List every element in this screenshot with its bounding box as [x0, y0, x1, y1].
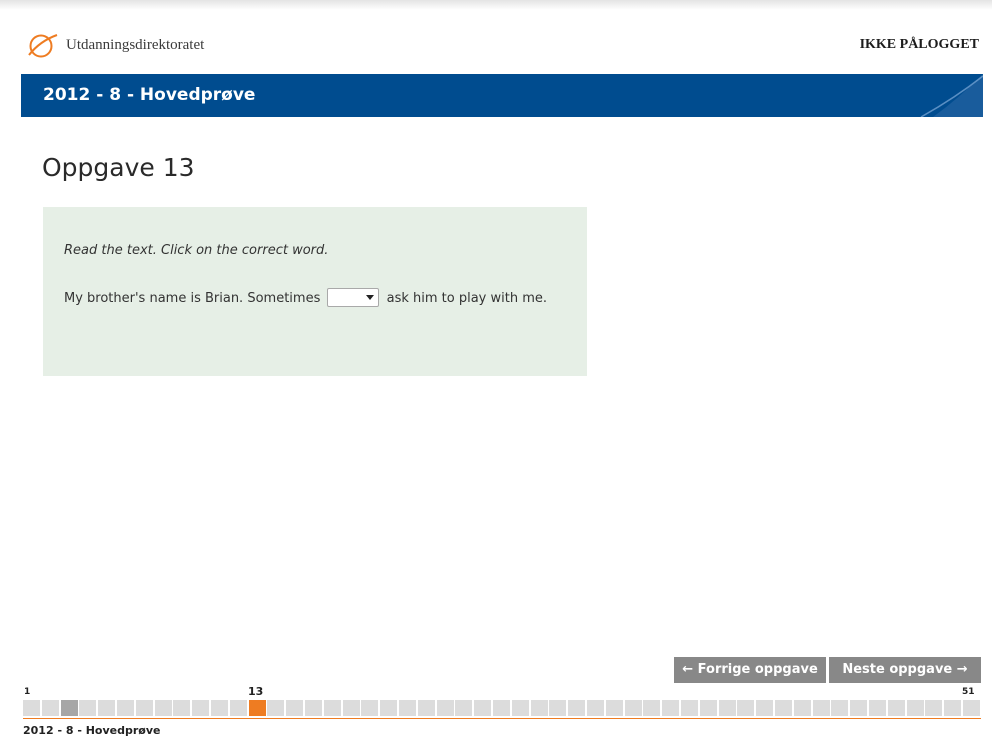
progress-cell[interactable] [888, 700, 905, 716]
progress-cell[interactable] [79, 700, 96, 716]
progress-cell[interactable] [568, 700, 585, 716]
udir-logo-icon [28, 32, 58, 58]
progress-cell[interactable] [869, 700, 886, 716]
progress-cell[interactable] [474, 700, 491, 716]
progress-cell[interactable] [455, 700, 472, 716]
footer-divider [23, 718, 981, 719]
progress-cell[interactable] [361, 700, 378, 716]
title-bar: 2012 - 8 - Hovedprøve [21, 74, 983, 117]
progress-cell[interactable] [719, 700, 736, 716]
instruction-text: Read the text. Click on the correct word… [64, 243, 329, 258]
progress-cell[interactable] [173, 700, 190, 716]
progress-cell[interactable] [380, 700, 397, 716]
progress-cell[interactable] [418, 700, 435, 716]
answer-dropdown[interactable] [327, 288, 380, 307]
header: Utdanningsdirektoratet IKKE PÅLOGGET [0, 10, 992, 72]
progress-cell[interactable] [136, 700, 153, 716]
arrow-left-icon: ← [682, 662, 694, 677]
progress-cell[interactable] [756, 700, 773, 716]
progress-cell[interactable] [249, 700, 266, 716]
progress-cell[interactable] [625, 700, 642, 716]
progress-cell[interactable] [437, 700, 454, 716]
question-box: Read the text. Click on the correct word… [43, 207, 587, 376]
progress-cell[interactable] [98, 700, 115, 716]
progress-cell[interactable] [944, 700, 961, 716]
progress-cell[interactable] [343, 700, 360, 716]
progress-cell[interactable] [61, 700, 78, 716]
task-progress-bar [23, 700, 981, 716]
progress-cell[interactable] [211, 700, 228, 716]
progress-cell[interactable] [286, 700, 303, 716]
progress-cell[interactable] [117, 700, 134, 716]
sentence-before: My brother's name is Brian. Sometimes [64, 291, 321, 306]
progress-cell[interactable] [531, 700, 548, 716]
progress-cell[interactable] [549, 700, 566, 716]
swoosh-decoration [920, 74, 983, 117]
progress-first-label: 1 [24, 687, 31, 697]
progress-cell[interactable] [907, 700, 924, 716]
progress-cell[interactable] [775, 700, 792, 716]
progress-cell[interactable] [813, 700, 830, 716]
progress-cell[interactable] [831, 700, 848, 716]
progress-cell[interactable] [399, 700, 416, 716]
previous-task-button[interactable]: ← Forrige oppgave [674, 657, 826, 683]
progress-cell[interactable] [305, 700, 322, 716]
progress-cell[interactable] [512, 700, 529, 716]
previous-task-label: Forrige oppgave [697, 662, 818, 677]
progress-cell[interactable] [230, 700, 247, 716]
progress-cell[interactable] [267, 700, 284, 716]
progress-cell[interactable] [606, 700, 623, 716]
top-shadow [0, 0, 992, 10]
footer-test-title: 2012 - 8 - Hovedprøve [23, 724, 161, 737]
progress-cell[interactable] [23, 700, 40, 716]
progress-last-label: 51 [962, 687, 975, 697]
logo[interactable]: Utdanningsdirektoratet [28, 31, 204, 59]
dropdown-arrow-icon [366, 295, 375, 300]
progress-cell[interactable] [963, 700, 980, 716]
progress-cell[interactable] [850, 700, 867, 716]
progress-cell[interactable] [192, 700, 209, 716]
progress-cell[interactable] [794, 700, 811, 716]
progress-cell[interactable] [681, 700, 698, 716]
progress-cell[interactable] [587, 700, 604, 716]
progress-cell[interactable] [493, 700, 510, 716]
page-title: Oppgave 13 [42, 153, 195, 182]
progress-cell[interactable] [324, 700, 341, 716]
next-task-button[interactable]: Neste oppgave → [829, 657, 981, 683]
progress-cell[interactable] [42, 700, 59, 716]
sentence-after: ask him to play with me. [386, 291, 548, 306]
progress-cell[interactable] [662, 700, 679, 716]
question-sentence: My brother's name is Brian. Sometimes as… [64, 287, 564, 311]
progress-cell[interactable] [643, 700, 660, 716]
progress-current-label: 13 [248, 685, 264, 698]
arrow-right-icon: → [956, 662, 968, 677]
progress-cell[interactable] [700, 700, 717, 716]
progress-cell[interactable] [737, 700, 754, 716]
login-status: IKKE PÅLOGGET [859, 37, 979, 52]
test-title: 2012 - 8 - Hovedprøve [43, 85, 256, 105]
progress-cell[interactable] [925, 700, 942, 716]
next-task-label: Neste oppgave [842, 662, 953, 677]
logo-text: Utdanningsdirektoratet [66, 36, 205, 53]
progress-cell[interactable] [155, 700, 172, 716]
